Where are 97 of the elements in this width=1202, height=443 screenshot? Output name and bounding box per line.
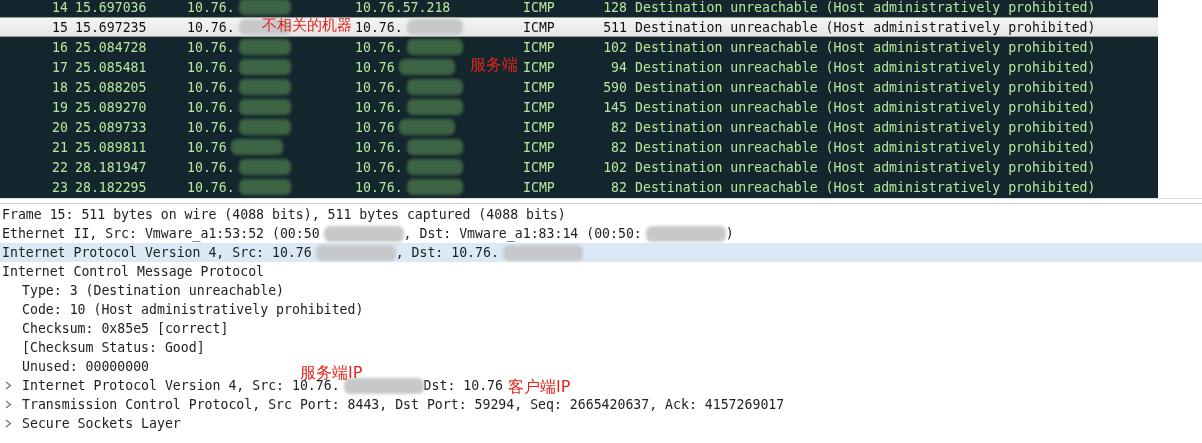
address-text: 10.76. xyxy=(187,19,235,35)
length-text: 590 xyxy=(603,79,627,95)
info-text: Destination unreachable (Host administratively prohibited) xyxy=(635,179,1096,195)
address-text: 10.76. xyxy=(187,179,235,195)
tree-row[interactable]: Type: 3 (Destination unreachable) xyxy=(0,281,284,300)
protocol-text: ICMP xyxy=(523,119,555,135)
number-text: 15 xyxy=(52,19,68,35)
address-text: 10.76 xyxy=(187,139,227,155)
protocol-text: ICMP xyxy=(523,39,555,55)
field-text: Checksum: 0x85e5 [correct] xyxy=(22,321,229,336)
number-text: 17 xyxy=(52,59,68,75)
length-text: 128 xyxy=(603,0,627,15)
length-text: 82 xyxy=(611,119,627,135)
number-text: 21 xyxy=(52,139,68,155)
field-text: Code: 10 (Host administratively prohibited) xyxy=(22,302,364,317)
address-text: 10.76.57.218 xyxy=(355,0,451,15)
protocol-text: ICMP xyxy=(523,99,555,115)
field-text: Internet Protocol Version 4, Src: 10.76 xyxy=(2,245,312,260)
info-text: Destination unreachable (Host administratively prohibited) xyxy=(635,19,1096,35)
number-text: 20 xyxy=(52,119,68,135)
field-text: Dst: 10.76 xyxy=(423,378,503,393)
number-text: 23 xyxy=(52,179,68,195)
number-text: 22 xyxy=(52,159,68,175)
address-text: 10.76. xyxy=(355,79,403,95)
info-text: Destination unreachable (Host administratively prohibited) xyxy=(635,0,1096,15)
annotation-text: 客户端IP xyxy=(508,378,571,396)
tree-row[interactable]: Transmission Control Protocol, Src Port: 8443, Dst Port: 59294, Seq: 2665420637, Ack: 4157269017 xyxy=(0,395,785,414)
info-text: Destination unreachable (Host administratively prohibited) xyxy=(635,119,1096,135)
tree-row[interactable]: Unused: 00000000 xyxy=(0,357,150,376)
tree-row[interactable]: Frame 15: 511 bytes on wire (4088 bits), 511 bytes captured (4088 bits) xyxy=(0,205,566,224)
tree-row[interactable]: Secure Sockets Layer xyxy=(0,414,181,433)
info-text: Destination unreachable (Host administratively prohibited) xyxy=(635,139,1096,155)
field-text: Unused: 00000000 xyxy=(22,359,150,374)
annotation-text: 不相关的机器 xyxy=(262,17,352,34)
tree-row[interactable]: Ethernet II, Src: Vmware_a1:53:52 (00:50 , Dst: Vmware_a1:83:14 (00:50: ) xyxy=(0,224,734,243)
tree-row[interactable]: Internet Control Message Protocol xyxy=(0,262,264,281)
address-text: 10.76. xyxy=(355,159,403,175)
protocol-text: ICMP xyxy=(523,19,555,35)
tree-row[interactable]: Internet Protocol Version 4, Src: 10.76 , Dst: 10.76. xyxy=(0,243,1202,262)
protocol-text: ICMP xyxy=(523,139,555,155)
length-text: 511 xyxy=(603,19,627,35)
field-text: [Checksum Status: Good] xyxy=(22,340,205,355)
protocol-text: ICMP xyxy=(523,79,555,95)
protocol-text: ICMP xyxy=(523,159,555,175)
field-text: , Dst: Vmware_a1:83:14 (00:50: xyxy=(403,226,642,241)
address-text: 10.76. xyxy=(355,139,403,155)
length-text: 145 xyxy=(603,99,627,115)
tree-row[interactable]: Checksum: 0x85e5 [correct] xyxy=(0,319,229,338)
address-text: 10.76. xyxy=(187,39,235,55)
address-text: 10.76. xyxy=(355,19,403,35)
length-text: 82 xyxy=(611,179,627,195)
time-text: 28.182295 xyxy=(75,179,147,195)
address-text: 10.76. xyxy=(187,79,235,95)
time-text: 25.084728 xyxy=(75,39,147,55)
length-text: 94 xyxy=(611,59,627,75)
time-text: 25.085481 xyxy=(75,59,147,75)
address-text: 10.76. xyxy=(355,99,403,115)
time-text: 15.697235 xyxy=(75,19,147,35)
field-text: Transmission Control Protocol, Src Port: 8443, Dst Port: 59294, Seq: 2665420637, Ack: 4157269017 xyxy=(22,397,785,412)
address-text: 10.76. xyxy=(187,99,235,115)
length-text: 82 xyxy=(611,139,627,155)
protocol-text: ICMP xyxy=(523,179,555,195)
address-text: 10.76. xyxy=(187,59,235,75)
protocol-text: ICMP xyxy=(523,59,555,75)
info-text: Destination unreachable (Host administratively prohibited) xyxy=(635,59,1096,75)
field-text: Type: 3 (Destination unreachable) xyxy=(22,283,284,298)
address-text: 10.76. xyxy=(187,119,235,135)
field-text: ) xyxy=(725,226,734,241)
field-text: Secure Sockets Layer xyxy=(22,416,181,431)
number-text: 18 xyxy=(52,79,68,95)
number-text: 14 xyxy=(52,0,68,15)
length-text: 102 xyxy=(603,159,627,175)
time-text: 28.181947 xyxy=(75,159,147,175)
time-text: 25.089811 xyxy=(75,139,147,155)
address-text: 10.76. xyxy=(355,39,403,55)
time-text: 25.089270 xyxy=(75,99,147,115)
length-text: 102 xyxy=(603,39,627,55)
number-text: 16 xyxy=(52,39,68,55)
info-text: Destination unreachable (Host administratively prohibited) xyxy=(635,99,1096,115)
annotation-text: 服务端 xyxy=(470,56,518,74)
time-text: 25.089733 xyxy=(75,119,147,135)
time-text: 15.697036 xyxy=(75,0,147,15)
time-text: 25.088205 xyxy=(75,79,147,95)
address-text: 10.76. xyxy=(187,0,235,15)
field-text: Ethernet II, Src: Vmware_a1:53:52 (00:50 xyxy=(2,226,320,241)
address-text: 10.76 xyxy=(355,59,395,75)
field-text: , Dst: 10.76. xyxy=(395,245,499,260)
number-text: 19 xyxy=(52,99,68,115)
address-text: 10.76 xyxy=(355,119,395,135)
protocol-text: ICMP xyxy=(523,0,555,15)
address-text: 10.76. xyxy=(187,159,235,175)
info-text: Destination unreachable (Host administratively prohibited) xyxy=(635,79,1096,95)
tree-row[interactable]: [Checksum Status: Good] xyxy=(0,338,205,357)
tree-row[interactable]: Code: 10 (Host administratively prohibited) xyxy=(0,300,364,319)
info-text: Destination unreachable (Host administratively prohibited) xyxy=(635,39,1096,55)
address-text: 10.76. xyxy=(355,179,403,195)
info-text: Destination unreachable (Host administratively prohibited) xyxy=(635,159,1096,175)
